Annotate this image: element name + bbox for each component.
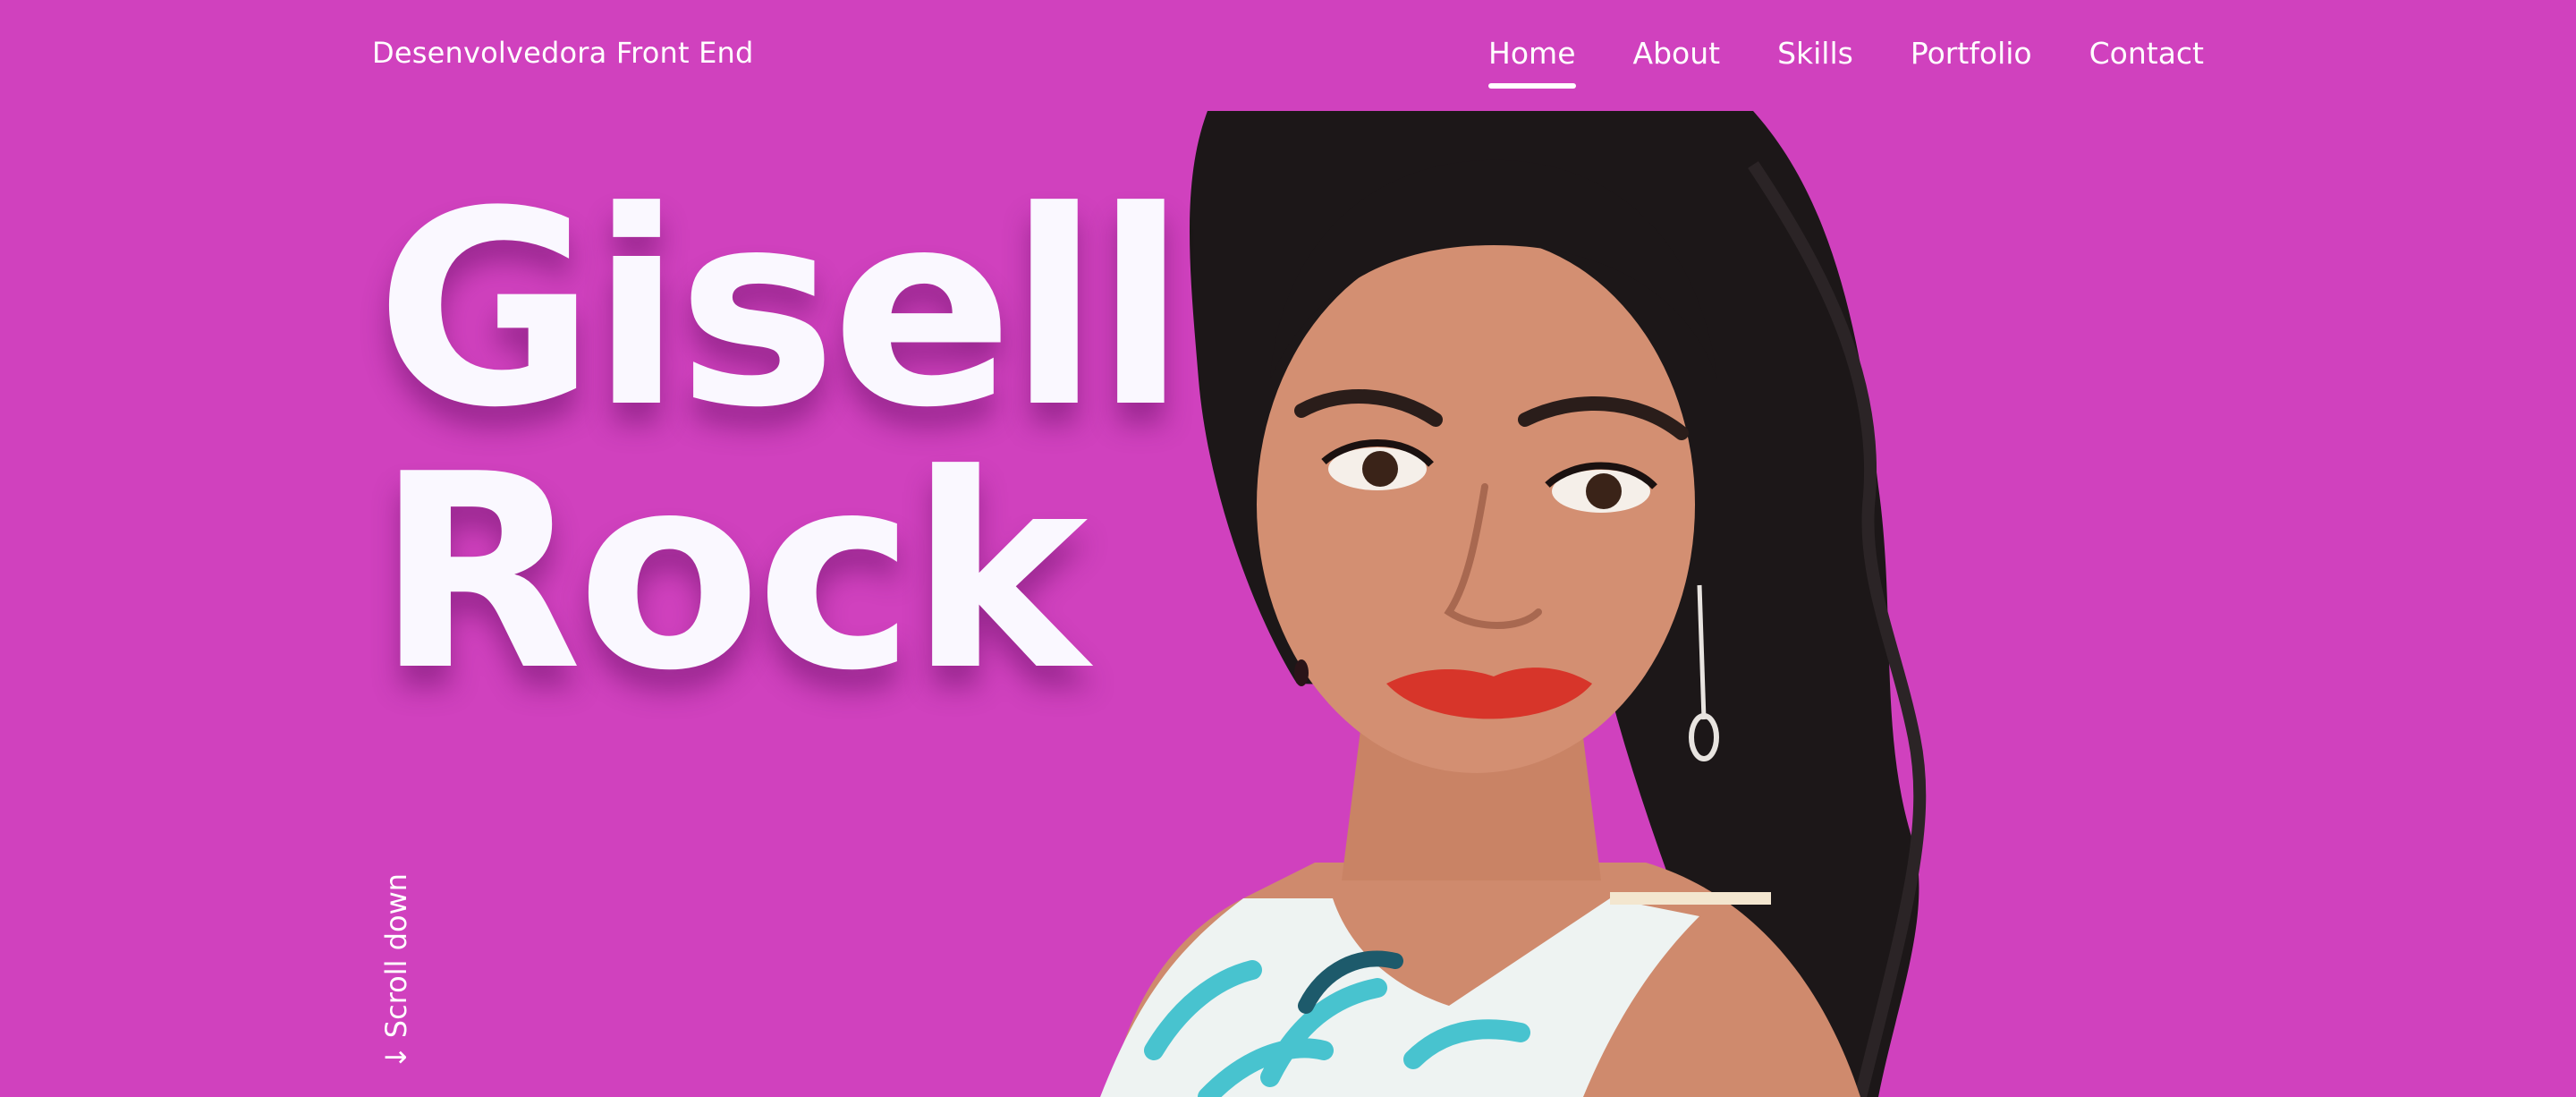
hero-first-name: Gisell bbox=[376, 154, 1187, 466]
nav-about[interactable]: About bbox=[1633, 36, 1721, 71]
scroll-down-link[interactable]: ↓ Scroll down bbox=[379, 873, 413, 1069]
left-iris bbox=[1362, 451, 1398, 487]
nav-contact[interactable]: Contact bbox=[2089, 36, 2204, 71]
scroll-down-label: Scroll down bbox=[379, 872, 413, 1039]
arrow-down-icon: ↓ bbox=[379, 1045, 413, 1069]
nav-portfolio[interactable]: Portfolio bbox=[1911, 36, 2032, 71]
brand-title[interactable]: Desenvolvedora Front End bbox=[372, 36, 754, 70]
hero-name: Gisell Rock bbox=[376, 154, 1187, 729]
hero-last-name: Rock bbox=[376, 417, 1088, 729]
left-earring bbox=[1294, 659, 1309, 686]
nav-home[interactable]: Home bbox=[1488, 36, 1576, 89]
profile-photo bbox=[1100, 111, 1927, 1097]
right-iris bbox=[1586, 473, 1622, 509]
main-nav: Home About Skills Portfolio Contact bbox=[1488, 36, 2204, 89]
nav-skills[interactable]: Skills bbox=[1777, 36, 1853, 71]
hero-section: Desenvolvedora Front End Home About Skil… bbox=[0, 0, 2576, 1097]
